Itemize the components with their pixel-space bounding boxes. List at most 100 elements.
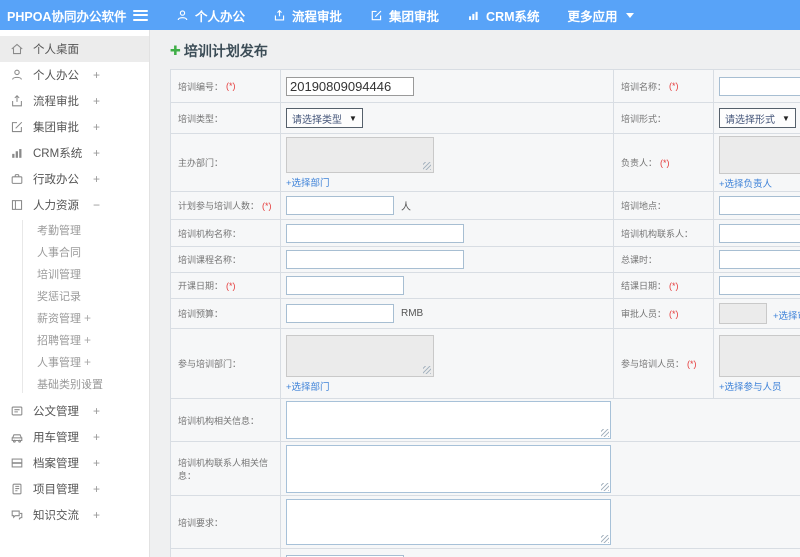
total-hours-input[interactable] bbox=[719, 250, 800, 269]
start-date-label: 开课日期： (*) bbox=[171, 273, 281, 298]
expand-toggle[interactable]: + bbox=[93, 146, 100, 160]
select-approver-link[interactable]: +选择审批人员 bbox=[773, 308, 800, 322]
nav-personal-office[interactable]: 个人办公 bbox=[176, 6, 245, 25]
nav-label: CRM系统 bbox=[486, 9, 540, 24]
expand-toggle[interactable]: + bbox=[84, 311, 91, 325]
select-dept-link[interactable]: +选择部门 bbox=[286, 175, 330, 189]
sidebar-subitem-rewards[interactable]: 奖惩记录 bbox=[0, 285, 149, 307]
sidebar-item-label: 人力资源 bbox=[33, 200, 79, 212]
host-dept-label: 主办部门： bbox=[171, 134, 281, 191]
end-date-input[interactable] bbox=[719, 276, 800, 295]
training-form: 培训编号：(*) 培训名称：(*) 培训类型： 请选择类型 bbox=[170, 69, 800, 557]
training-type-select[interactable]: 请选择类型 bbox=[286, 108, 363, 128]
expand-toggle[interactable]: + bbox=[93, 456, 100, 470]
expand-toggle[interactable]: + bbox=[93, 94, 100, 108]
sidebar-item-label: 档案管理 bbox=[33, 458, 79, 470]
start-date-input[interactable] bbox=[286, 276, 404, 295]
sidebar-item-knowledge[interactable]: 知识交流 + bbox=[0, 502, 149, 528]
org-name-input[interactable] bbox=[286, 223, 464, 243]
expand-toggle[interactable]: + bbox=[93, 68, 100, 82]
planned-count-label: 计划参与培训人数： (*) bbox=[171, 192, 281, 219]
expand-toggle[interactable]: + bbox=[93, 172, 100, 186]
org-info-textarea[interactable] bbox=[286, 401, 611, 439]
expand-toggle[interactable]: + bbox=[93, 430, 100, 444]
training-no-input[interactable] bbox=[286, 76, 414, 96]
select-leader-link[interactable]: +选择负责人 bbox=[719, 176, 772, 190]
nav-workflow-approval[interactable]: 流程审批 bbox=[273, 6, 342, 25]
menu-toggle-icon[interactable] bbox=[133, 9, 148, 21]
sidebar-item-hr[interactable]: 人力资源 − bbox=[0, 192, 149, 218]
expand-toggle[interactable]: + bbox=[93, 482, 100, 496]
bar-chart-icon bbox=[467, 9, 480, 22]
sidebar-item-project[interactable]: 项目管理 + bbox=[0, 476, 149, 502]
sidebar-item-personal-office[interactable]: 个人办公 + bbox=[0, 62, 149, 88]
select-join-dept-link[interactable]: +选择部门 bbox=[286, 379, 330, 393]
training-form-select[interactable]: 请选择形式 bbox=[719, 108, 796, 128]
sidebar-subitem-salary[interactable]: 薪资管理 + bbox=[0, 307, 149, 329]
hr-book-icon bbox=[10, 198, 24, 212]
org-contact-input[interactable] bbox=[719, 223, 800, 243]
sidebar-item-archive[interactable]: 档案管理 + bbox=[0, 450, 149, 476]
attachment-label: 附件文档： bbox=[171, 549, 281, 557]
sidebar-item-desktop[interactable]: 个人桌面 bbox=[0, 36, 149, 62]
join-people-box bbox=[719, 334, 800, 377]
workflow-icon bbox=[273, 9, 286, 22]
edit-square-icon bbox=[370, 9, 383, 22]
org-name-label: 培训机构名称： bbox=[171, 220, 281, 246]
join-people-label: 参与培训人员： (*) bbox=[614, 329, 714, 398]
car-icon bbox=[10, 430, 24, 444]
select-join-people-link[interactable]: +选择参与人员 bbox=[719, 379, 782, 393]
org-contact-info-textarea[interactable] bbox=[286, 444, 611, 493]
sidebar-subitem-personnel[interactable]: 人事管理 + bbox=[0, 351, 149, 373]
sidebar-subitem-base-category[interactable]: 基础类别设置 + bbox=[0, 373, 149, 395]
chat-icon bbox=[10, 508, 24, 522]
course-name-input[interactable] bbox=[286, 250, 464, 269]
sidebar-subitem-recruit[interactable]: 招聘管理 + bbox=[0, 329, 149, 351]
sidebar-item-label: 行政办公 bbox=[33, 174, 79, 186]
archive-icon bbox=[10, 456, 24, 470]
nav-group-approval[interactable]: 集团审批 bbox=[370, 6, 439, 25]
sidebar-item-admin-office[interactable]: 行政办公 + bbox=[0, 166, 149, 192]
nav-more-apps[interactable]: 更多应用 bbox=[568, 6, 634, 25]
sidebar-item-vehicle[interactable]: 用车管理 + bbox=[0, 424, 149, 450]
sidebar-item-workflow-approval[interactable]: 流程审批 + bbox=[0, 88, 149, 114]
nav-label: 集团审批 bbox=[389, 9, 440, 24]
join-depts-box bbox=[286, 334, 434, 377]
hr-submenu: 考勤管理 人事合同 培训管理 奖惩记录 薪资管理 + 招聘管理 + 人事管理 +… bbox=[0, 218, 149, 398]
sidebar-item-docs[interactable]: 公文管理 + bbox=[0, 398, 149, 424]
sidebar-subitem-hr-contract[interactable]: 人事合同 bbox=[0, 241, 149, 263]
budget-label: 培训预算： bbox=[171, 299, 281, 328]
sidebar-item-crm[interactable]: CRM系统 + bbox=[0, 140, 149, 166]
sidebar-subitem-label: 奖惩记录 bbox=[37, 291, 81, 303]
sidebar-subitem-training[interactable]: 培训管理 bbox=[0, 263, 149, 285]
nav-crm[interactable]: CRM系统 bbox=[467, 6, 540, 25]
unit-rmb: RMB bbox=[401, 308, 424, 319]
training-name-input[interactable] bbox=[719, 76, 800, 96]
collapse-toggle[interactable]: − bbox=[93, 198, 100, 212]
user-icon bbox=[176, 9, 189, 22]
expand-toggle[interactable]: + bbox=[93, 404, 100, 418]
end-date-label: 结课日期： (*) bbox=[614, 273, 714, 298]
expand-toggle[interactable]: + bbox=[84, 377, 91, 391]
requirements-textarea[interactable] bbox=[286, 499, 611, 545]
expand-toggle[interactable]: + bbox=[93, 508, 100, 522]
sidebar-item-group-approval[interactable]: 集团审批 + bbox=[0, 114, 149, 140]
resize-grip-icon bbox=[601, 535, 609, 543]
edit-square-icon bbox=[10, 120, 24, 134]
leader-box bbox=[719, 135, 800, 174]
expand-toggle[interactable]: + bbox=[93, 120, 100, 134]
resize-grip-icon bbox=[601, 482, 609, 491]
document-icon bbox=[10, 404, 24, 418]
briefcase-icon bbox=[10, 172, 24, 186]
sidebar-subitem-label: 基础类别设置 bbox=[37, 379, 103, 391]
expand-toggle[interactable]: + bbox=[84, 355, 91, 369]
location-input[interactable] bbox=[719, 196, 800, 215]
sidebar-item-label: 个人桌面 bbox=[33, 44, 79, 56]
budget-input[interactable] bbox=[286, 304, 394, 323]
sidebar-subitem-attendance[interactable]: 考勤管理 bbox=[0, 219, 149, 241]
nav-label: 个人办公 bbox=[195, 9, 246, 24]
planned-count-input[interactable] bbox=[286, 196, 394, 215]
expand-toggle[interactable]: + bbox=[84, 333, 91, 347]
sidebar-item-label: 项目管理 bbox=[33, 484, 79, 496]
host-dept-box bbox=[286, 136, 434, 173]
